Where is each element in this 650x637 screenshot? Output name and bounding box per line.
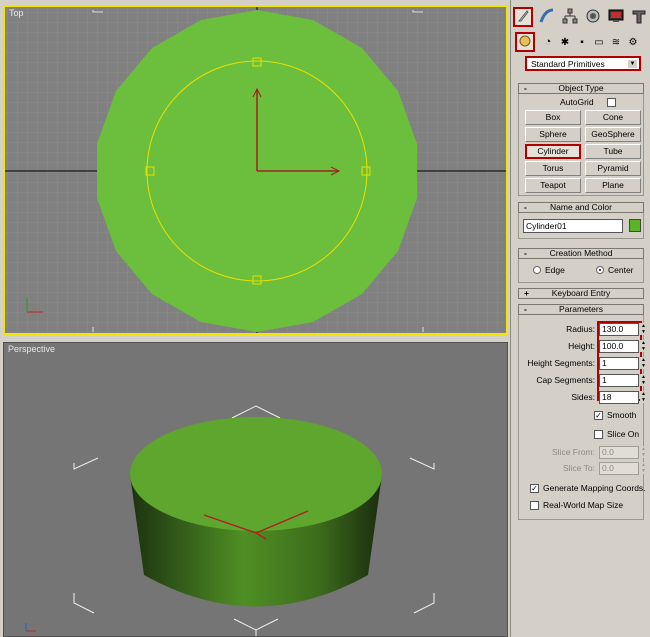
- pyramid-button[interactable]: Pyramid: [585, 161, 641, 176]
- teapot-button[interactable]: Teapot: [525, 178, 581, 193]
- sphere-button[interactable]: Sphere: [525, 127, 581, 142]
- edge-radio[interactable]: [533, 266, 541, 274]
- helpers-icon: ▭: [594, 36, 604, 48]
- primitive-type-dropdown[interactable]: Standard Primitives ▼: [525, 56, 641, 71]
- cameras-icon: ▪: [580, 36, 584, 48]
- utilities-tab[interactable]: [629, 7, 649, 27]
- systems-category[interactable]: ⚙: [623, 32, 643, 52]
- display-icon: [608, 8, 624, 26]
- slice-to-label: Slice To:: [563, 463, 595, 473]
- utilities-icon: [631, 8, 647, 26]
- sides-field[interactable]: 18: [599, 391, 639, 404]
- torus-button[interactable]: Torus: [525, 161, 581, 176]
- top-viewport-canvas: [5, 7, 506, 333]
- perspective-viewport[interactable]: Perspective: [3, 342, 508, 637]
- modify-icon: [539, 8, 555, 26]
- parameters-rollout-header[interactable]: - Parameters: [518, 304, 644, 315]
- radius-field[interactable]: 130.0: [599, 323, 639, 336]
- hierarchy-icon: [562, 8, 578, 26]
- creation-method-rollout: Edge Center: [518, 259, 644, 283]
- height-field[interactable]: 100.0: [599, 340, 639, 353]
- object-type-rollout-header[interactable]: - Object Type: [518, 83, 644, 94]
- hierarchy-tab[interactable]: [560, 7, 580, 27]
- slice-on-label: Slice On: [607, 429, 640, 439]
- smooth-label: Smooth: [607, 410, 637, 420]
- sides-label: Sides:: [571, 392, 595, 402]
- center-radio[interactable]: [596, 266, 604, 274]
- slice-to-field[interactable]: 0.0: [599, 462, 639, 475]
- shapes-icon: ◔: [544, 36, 552, 48]
- create-icon: [516, 9, 530, 25]
- geometry-icon: [519, 35, 531, 49]
- cap-segments-spinner[interactable]: ▲ ▼: [640, 374, 647, 387]
- radius-label: Radius:: [566, 324, 595, 334]
- geometry-category[interactable]: [515, 32, 535, 52]
- edge-label: Edge: [545, 265, 565, 275]
- height-segments-field[interactable]: 1: [599, 357, 639, 370]
- viewport-label-top[interactable]: Top: [9, 8, 24, 18]
- slice-to-spinner[interactable]: ▲ ▼: [640, 462, 647, 475]
- cone-button[interactable]: Cone: [585, 110, 641, 125]
- dropdown-value: Standard Primitives: [531, 58, 605, 69]
- sides-spinner[interactable]: ▲ ▼: [640, 391, 647, 404]
- creation-method-rollout-header[interactable]: - Creation Method: [518, 248, 644, 259]
- realworld-checkbox[interactable]: [530, 501, 539, 510]
- height-spinner[interactable]: ▲ ▼: [640, 340, 647, 353]
- box-button[interactable]: Box: [525, 110, 581, 125]
- cylinder-cap: [130, 417, 382, 531]
- top-viewport[interactable]: Top: [3, 5, 508, 335]
- modify-tab[interactable]: [537, 7, 557, 27]
- height-segments-label: Height Segments:: [527, 358, 595, 368]
- center-label: Center: [608, 265, 634, 275]
- display-tab[interactable]: [606, 7, 626, 27]
- slice-on-checkbox[interactable]: [594, 430, 603, 439]
- name-color-rollout-header[interactable]: - Name and Color: [518, 202, 644, 213]
- name-color-rollout: Cylinder01: [518, 213, 644, 239]
- cap-segments-field[interactable]: 1: [599, 374, 639, 387]
- gen-mapping-checkbox[interactable]: ✓: [530, 484, 539, 493]
- height-segments-spinner[interactable]: ▲ ▼: [640, 357, 647, 370]
- systems-icon: ⚙: [628, 36, 638, 48]
- cap-segments-label: Cap Segments:: [536, 375, 595, 385]
- object-name-field[interactable]: Cylinder01: [523, 219, 623, 233]
- motion-icon: [585, 8, 601, 26]
- smooth-checkbox[interactable]: ✓: [594, 411, 603, 420]
- perspective-viewport-canvas: [4, 343, 507, 636]
- parameters-rollout: Radius: 130.0 ▲ ▼ Height: 100.0 ▲ ▼ Height…: [518, 315, 647, 520]
- lights-icon: ✱: [560, 36, 570, 48]
- autogrid-checkbox[interactable]: [607, 98, 616, 107]
- autogrid-label: AutoGrid: [560, 97, 594, 107]
- keyboard-entry-rollout-header[interactable]: + Keyboard Entry: [518, 288, 644, 299]
- viewport-label-perspective[interactable]: Perspective: [8, 344, 55, 354]
- command-panel: ◔ ✱ ▪ ▭ ≋ ⚙ Standard Primitives ▼ - Objec…: [510, 0, 650, 637]
- realworld-label: Real-World Map Size: [543, 500, 624, 510]
- object-color-swatch[interactable]: [629, 219, 641, 232]
- slice-from-field[interactable]: 0.0: [599, 446, 639, 459]
- spacewarps-icon: ≋: [611, 36, 621, 48]
- tube-button[interactable]: Tube: [585, 144, 641, 159]
- plane-button[interactable]: Plane: [585, 178, 641, 193]
- cylinder-button[interactable]: Cylinder: [525, 144, 581, 159]
- gen-mapping-label: Generate Mapping Coords.: [543, 483, 646, 493]
- slice-from-spinner[interactable]: ▲ ▼: [640, 446, 647, 459]
- geosphere-button[interactable]: GeoSphere: [585, 127, 641, 142]
- motion-tab[interactable]: [583, 7, 603, 27]
- height-label: Height:: [568, 341, 595, 351]
- chevron-down-icon[interactable]: ▼: [628, 60, 637, 68]
- radius-spinner[interactable]: ▲ ▼: [640, 323, 647, 336]
- slice-from-label: Slice From:: [552, 447, 595, 457]
- object-type-rollout: AutoGrid Box Cone Sphere GeoSphere Cylin…: [518, 94, 644, 196]
- create-tab[interactable]: [513, 7, 533, 27]
